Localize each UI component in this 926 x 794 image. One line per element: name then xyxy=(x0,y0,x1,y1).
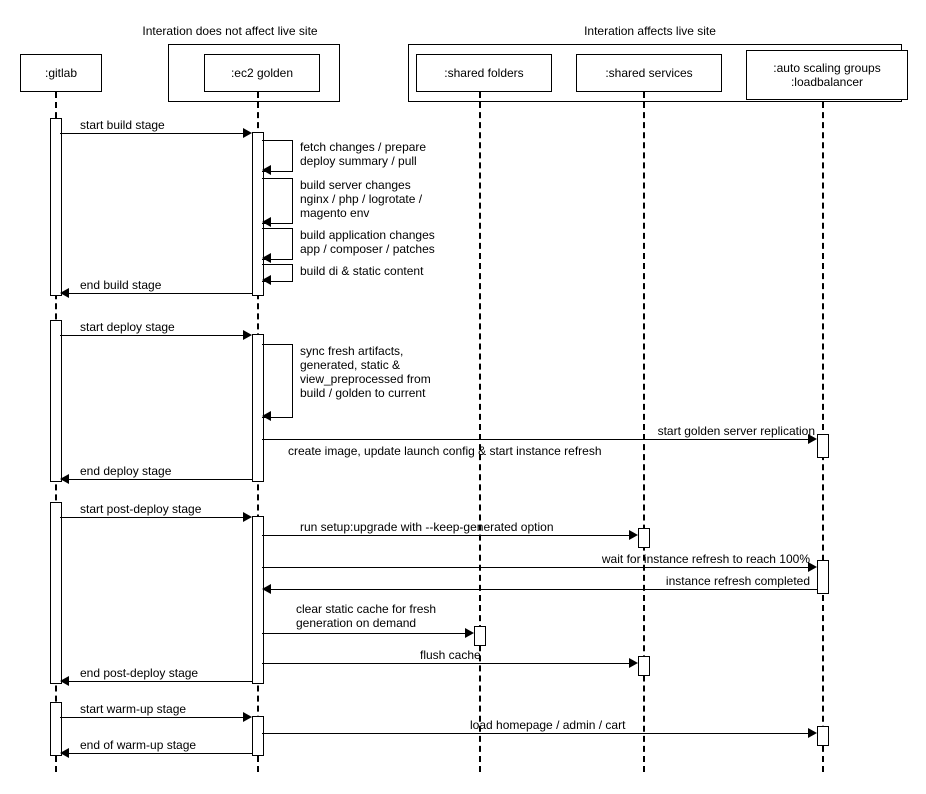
activation xyxy=(817,726,829,746)
arrow-head-icon xyxy=(629,658,638,668)
arrow-head-icon xyxy=(243,512,252,522)
activation xyxy=(638,528,650,548)
arrow-head-icon xyxy=(243,712,252,722)
arrow xyxy=(262,439,811,440)
arrow xyxy=(69,479,252,480)
arrow-head-icon xyxy=(60,288,69,298)
participant-asg: :auto scaling groups :loadbalancer xyxy=(746,50,908,100)
sequence-diagram: Interation does not affect live site Int… xyxy=(0,0,926,794)
arrow-head-icon xyxy=(60,474,69,484)
arrow xyxy=(60,717,243,718)
message-text: clear static cache for fresh generation … xyxy=(296,602,436,630)
message-text: start post-deploy stage xyxy=(80,502,201,516)
arrow-head-icon xyxy=(262,253,271,263)
arrow-head-icon xyxy=(262,275,271,285)
self-message xyxy=(262,344,293,418)
group-label-left: Interation does not affect live site xyxy=(120,24,340,38)
activation xyxy=(817,560,829,594)
message-text: wait for instance refresh to reach 100% xyxy=(530,552,810,566)
arrow xyxy=(262,663,632,664)
arrow-head-icon xyxy=(60,676,69,686)
participant-label: :shared services xyxy=(605,66,692,80)
arrow xyxy=(262,633,468,634)
message-text: build server changes nginx / php / logro… xyxy=(300,178,422,220)
arrow xyxy=(60,517,243,518)
lifeline-asg xyxy=(822,92,824,772)
activation xyxy=(252,716,264,756)
arrow xyxy=(262,733,811,734)
group-label-right: Interation affects live site xyxy=(540,24,760,38)
participant-label: :gitlab xyxy=(45,66,77,80)
arrow xyxy=(60,335,243,336)
message-text: instance refresh completed xyxy=(610,574,810,588)
message-text: flush cache xyxy=(420,648,481,662)
participant-label: :auto scaling groups :loadbalancer xyxy=(773,61,880,89)
activation xyxy=(817,434,829,458)
message-text: fetch changes / prepare deploy summary /… xyxy=(300,140,426,168)
arrow-head-icon xyxy=(262,411,271,421)
participant-folders: :shared folders xyxy=(416,54,552,92)
arrow-head-icon xyxy=(808,728,817,738)
message-text: start warm-up stage xyxy=(80,702,186,716)
message-text: end post-deploy stage xyxy=(80,666,198,680)
participant-label: :shared folders xyxy=(444,66,523,80)
message-text: start deploy stage xyxy=(80,320,175,334)
activation xyxy=(252,516,264,684)
participant-services: :shared services xyxy=(576,54,722,92)
arrow-head-icon xyxy=(465,628,474,638)
participant-label: :ec2 golden xyxy=(231,66,293,80)
participant-gitlab: :gitlab xyxy=(20,54,102,92)
arrow xyxy=(69,681,252,682)
activation xyxy=(50,502,62,684)
arrow-head-icon xyxy=(243,330,252,340)
arrow xyxy=(60,133,243,134)
message-text: sync fresh artifacts, generated, static … xyxy=(300,344,431,400)
arrow xyxy=(69,293,252,294)
participant-ec2: :ec2 golden xyxy=(204,54,320,92)
lifeline-folders xyxy=(479,92,481,772)
message-text: end build stage xyxy=(80,278,161,292)
message-text: build di & static content xyxy=(300,264,423,278)
message-text: end of warm-up stage xyxy=(80,738,196,752)
arrow-head-icon xyxy=(262,584,271,594)
activation xyxy=(50,118,62,296)
message-text: build application changes app / composer… xyxy=(300,228,435,256)
arrow-head-icon xyxy=(60,748,69,758)
activation xyxy=(50,320,62,482)
arrow xyxy=(69,753,252,754)
message-text: load homepage / admin / cart xyxy=(470,718,625,732)
arrow xyxy=(262,535,632,536)
arrow-head-icon xyxy=(262,217,271,227)
message-text: create image, update launch config & sta… xyxy=(288,444,602,458)
message-text: end deploy stage xyxy=(80,464,171,478)
activation xyxy=(638,656,650,676)
arrow xyxy=(271,589,817,590)
message-text: run setup:upgrade with --keep-generated … xyxy=(300,520,554,534)
message-text: start build stage xyxy=(80,118,165,132)
arrow xyxy=(262,567,811,568)
message-text: start golden server replication xyxy=(555,424,815,438)
activation xyxy=(474,626,486,646)
arrow-head-icon xyxy=(243,128,252,138)
arrow-head-icon xyxy=(629,530,638,540)
arrow-head-icon xyxy=(262,165,271,175)
